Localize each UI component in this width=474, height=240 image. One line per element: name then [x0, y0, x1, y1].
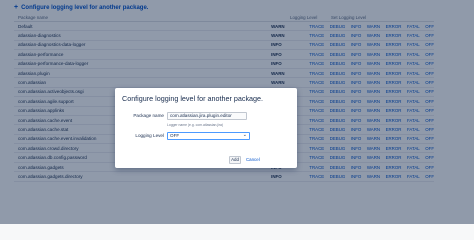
add-button[interactable]: Add — [229, 156, 241, 164]
dialog-title: Configure logging level for another pack… — [122, 94, 264, 103]
configure-logging-dialog: Configure logging level for another pack… — [115, 88, 297, 168]
logging-level-value: OFF — [170, 133, 180, 138]
chevron-down-icon: ⌄ — [242, 132, 247, 138]
package-name-input[interactable]: com.atlassian.jira.plugin.editor — [167, 112, 247, 120]
logging-level-label: Logging Level — [135, 133, 164, 138]
cancel-link[interactable]: Cancel — [246, 157, 260, 163]
logging-level-select[interactable]: OFF ⌄ — [167, 132, 250, 140]
package-name-label: Package name — [133, 113, 164, 118]
package-name-hint: Logger name (e.g. com.atlassian.jira) — [167, 123, 223, 127]
